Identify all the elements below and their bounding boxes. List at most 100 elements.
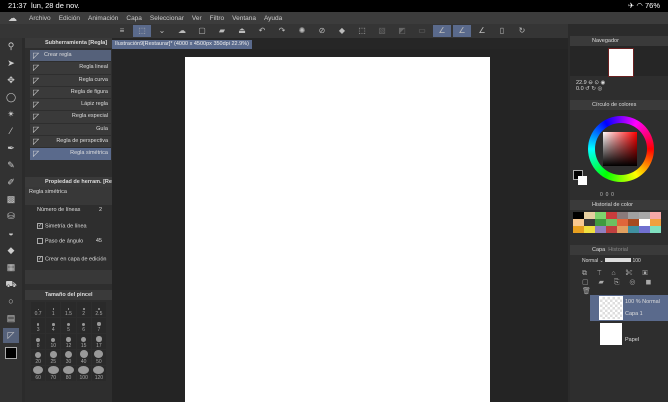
- color-history-swatch[interactable]: [650, 219, 661, 226]
- chevron-down-icon[interactable]: ⌄: [153, 25, 171, 37]
- color-history-swatch[interactable]: [595, 226, 606, 233]
- snap-grid-icon[interactable]: ∠: [473, 25, 491, 37]
- subtool-regla-simetrica[interactable]: Regla simétrica: [30, 148, 111, 160]
- move-tool-icon[interactable]: ✥: [3, 73, 19, 88]
- brush-size-option[interactable]: 70: [46, 365, 61, 381]
- crop-icon[interactable]: ▭: [413, 25, 431, 37]
- deselect-icon[interactable]: ▧: [373, 25, 391, 37]
- frame-border-icon[interactable]: ▤: [3, 311, 19, 326]
- color-history-swatch[interactable]: [617, 219, 628, 226]
- brush-size-option[interactable]: 8: [31, 333, 46, 349]
- canvas[interactable]: [185, 57, 490, 402]
- line-symmetry-row[interactable]: ✓ Simetría de línea: [25, 221, 112, 236]
- lasso-tool-icon[interactable]: ◯: [3, 90, 19, 105]
- loading-icon[interactable]: ✺: [293, 25, 311, 37]
- color-history-swatch[interactable]: [628, 226, 639, 233]
- transform-icon[interactable]: ⬚: [353, 25, 371, 37]
- new-file-icon[interactable]: ▢: [193, 25, 211, 37]
- angle-value[interactable]: 0.0: [576, 86, 584, 92]
- brush-size-option[interactable]: 60: [31, 365, 46, 381]
- menu-capa[interactable]: Capa: [126, 15, 142, 22]
- brush-size-option[interactable]: 100: [76, 365, 91, 381]
- quick-access-icon[interactable]: ⬚: [133, 25, 151, 37]
- pencil-tool-icon[interactable]: ✎: [3, 158, 19, 173]
- color-history-swatch[interactable]: [639, 226, 650, 233]
- brush-size-option[interactable]: 2: [76, 301, 91, 317]
- document-tab[interactable]: Ilustración9[Restaurar]* (4000 x 4500px …: [112, 40, 252, 49]
- brush-size-option[interactable]: 5: [61, 317, 76, 333]
- brush-size-option[interactable]: 2.5: [91, 301, 106, 317]
- menu-edicion[interactable]: Edición: [59, 15, 80, 22]
- brush-size-option[interactable]: 1.5: [61, 301, 76, 317]
- open-folder-icon[interactable]: ▰: [213, 25, 231, 37]
- brush-size-option[interactable]: 12: [61, 333, 76, 349]
- color-history-swatch[interactable]: [650, 212, 661, 219]
- color-history-swatch[interactable]: [584, 219, 595, 226]
- color-history-swatch[interactable]: [628, 219, 639, 226]
- subtool-regla-curva[interactable]: Regla curva: [30, 74, 111, 86]
- cloud-icon[interactable]: ☁: [173, 25, 191, 37]
- color-history-swatch[interactable]: [584, 212, 595, 219]
- brush-size-option[interactable]: 1: [46, 301, 61, 317]
- zoom-tool-icon[interactable]: ⚲: [3, 39, 19, 54]
- decoration-tool-icon[interactable]: ⛁: [3, 209, 19, 224]
- color-history-swatch[interactable]: [606, 212, 617, 219]
- redo-icon[interactable]: ↷: [273, 25, 291, 37]
- color-history-swatch[interactable]: [639, 219, 650, 226]
- gesture-icon[interactable]: ↻: [513, 25, 531, 37]
- eraser-tool-icon[interactable]: ◆: [3, 243, 19, 258]
- save-icon[interactable]: ⏏: [233, 25, 251, 37]
- sub-color[interactable]: [578, 176, 587, 185]
- brush-size-option[interactable]: 40: [76, 349, 91, 365]
- brush-size-option[interactable]: 6: [76, 317, 91, 333]
- main-color-swatch[interactable]: [5, 347, 17, 359]
- pen-tool-icon[interactable]: ✒: [3, 141, 19, 156]
- color-history-swatch[interactable]: [573, 219, 584, 226]
- color-history-swatch[interactable]: [573, 226, 584, 233]
- blend-mode-select[interactable]: Normal: [582, 258, 598, 264]
- color-history-swatch[interactable]: [617, 226, 628, 233]
- undo-icon[interactable]: ↶: [253, 25, 271, 37]
- hamburger-icon[interactable]: ≡: [113, 25, 131, 37]
- color-history-swatch[interactable]: [584, 226, 595, 233]
- brush-size-option[interactable]: 25: [46, 349, 61, 365]
- color-history-swatch[interactable]: [595, 212, 606, 219]
- menu-archivo[interactable]: Archivo: [29, 15, 51, 22]
- color-history-swatch[interactable]: [606, 226, 617, 233]
- fill-tool-icon[interactable]: ⛟: [3, 277, 19, 292]
- layer-item[interactable]: Papel: [590, 321, 668, 347]
- menu-ayuda[interactable]: Ayuda: [264, 15, 282, 22]
- subtool-regla-especial[interactable]: Regla especial: [30, 111, 111, 123]
- subtool-lapiz-regla[interactable]: Lápiz regla: [30, 99, 111, 111]
- brush-size-option[interactable]: 4: [46, 317, 61, 333]
- brush-size-option[interactable]: 80: [61, 365, 76, 381]
- brush-size-option[interactable]: 17: [91, 333, 106, 349]
- invert-icon[interactable]: ◩: [393, 25, 411, 37]
- subtool-guia[interactable]: Guía: [30, 123, 111, 136]
- magic-wand-icon[interactable]: ✴: [3, 107, 19, 122]
- blend-tool-icon[interactable]: ◒: [3, 226, 19, 241]
- brush-tool-icon[interactable]: ✐: [3, 175, 19, 190]
- menu-animacion[interactable]: Animación: [88, 15, 118, 22]
- line-symmetry-checkbox[interactable]: ✓: [37, 222, 43, 229]
- tab-capa[interactable]: Capa: [592, 247, 605, 253]
- brush-size-option[interactable]: 20: [31, 349, 46, 365]
- snap-ruler-icon[interactable]: ∠: [433, 25, 451, 37]
- create-layer-row[interactable]: ✓ Crear en capa de edición: [25, 254, 112, 270]
- brush-size-option[interactable]: 50: [91, 349, 106, 365]
- fill-icon[interactable]: ◆: [333, 25, 351, 37]
- layer-action-icons[interactable]: ⧉ ⊤ ⌂ ✄ ▣ ▢ ▰ ⎘ ◎ ◼ 🗑: [582, 270, 655, 295]
- opacity-value[interactable]: 100: [632, 258, 640, 264]
- brush-size-option[interactable]: 120: [91, 365, 106, 381]
- menu-ver[interactable]: Ver: [192, 15, 202, 22]
- eyedropper-icon[interactable]: ⁄: [3, 124, 19, 139]
- brush-size-option[interactable]: 3: [31, 317, 46, 333]
- shape-tool-icon[interactable]: ○: [3, 294, 19, 309]
- color-history-swatch[interactable]: [573, 212, 584, 219]
- brush-size-option[interactable]: 0.7: [31, 301, 46, 317]
- create-layer-checkbox[interactable]: ✓: [37, 255, 43, 262]
- app-logo-icon[interactable]: ☁: [8, 13, 17, 24]
- angle-step-checkbox[interactable]: [37, 237, 43, 244]
- snap-special-icon[interactable]: ∠: [453, 25, 471, 37]
- navigator-preview[interactable]: [570, 46, 668, 77]
